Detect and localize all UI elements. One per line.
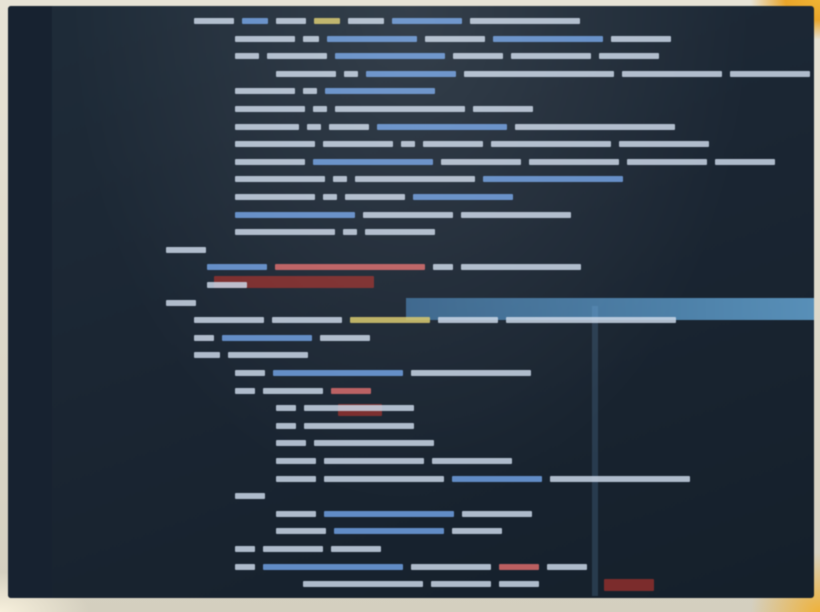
screen-glare xyxy=(8,6,814,598)
monitor-screen xyxy=(8,6,814,598)
